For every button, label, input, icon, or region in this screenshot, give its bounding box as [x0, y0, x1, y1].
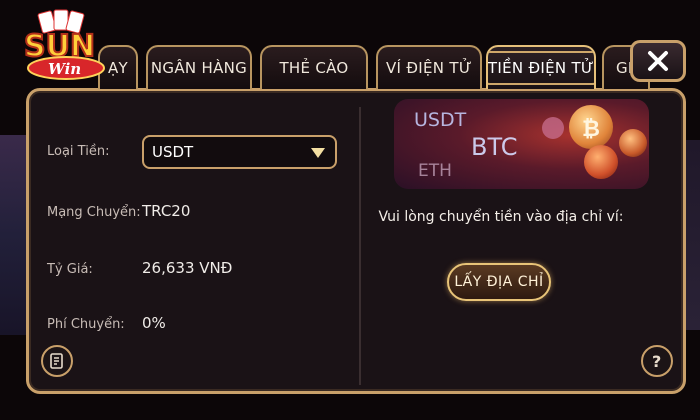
deposit-instruction: Vui lòng chuyển tiền vào địa chỉ ví: [378, 209, 624, 225]
history-button[interactable] [41, 345, 73, 377]
tab-label: VÍ ĐIỆN TỬ [386, 59, 472, 77]
svg-text:Win: Win [48, 60, 81, 78]
get-address-button[interactable]: LẤY ĐỊA CHỈ [447, 263, 551, 301]
tab-crypto[interactable]: TIỀN ĐIỆN TỬ [486, 45, 596, 89]
banner-usdt-text: USDT [414, 109, 467, 131]
svg-text:?: ? [652, 352, 661, 370]
tab-label: TIỀN ĐIỆN TỬ [488, 51, 594, 85]
svg-text:₿: ₿ [582, 117, 600, 142]
bitcoin-icon: ₿ [569, 105, 613, 149]
network-value: TRC20 [142, 202, 191, 220]
currency-select[interactable]: USDT [142, 135, 337, 169]
tab-e-wallet[interactable]: VÍ ĐIỆN TỬ [376, 45, 482, 89]
network-label: Mạng Chuyển: [47, 205, 141, 220]
tab-bank[interactable]: NGÂN HÀNG [146, 45, 252, 89]
tab-label: NGÂN HÀNG [150, 59, 248, 77]
help-icon: ? [652, 352, 661, 370]
tab-card[interactable]: THẺ CÀO [260, 45, 368, 89]
crypto-deposit-panel: Loại Tiền: USDT Mạng Chuyển: TRC20 Tỷ Gi… [26, 88, 686, 394]
crypto-banner: USDT BTC ETH ₿ [394, 99, 649, 189]
sunwin-logo: SUN Win [18, 8, 118, 93]
coin-icon [584, 145, 618, 179]
fee-value: 0% [142, 314, 166, 332]
currency-label: Loại Tiền: [47, 144, 110, 159]
panel-divider [359, 107, 361, 385]
tab-bar: ẠY NGÂN HÀNG THẺ CÀO VÍ ĐIỆN TỬ TIỀN ĐIỆ… [98, 45, 658, 91]
background-left-strip [0, 135, 28, 335]
banner-eth-text: ETH [418, 161, 452, 181]
close-icon [648, 51, 668, 71]
tab-label: THẺ CÀO [279, 59, 349, 77]
dropdown-arrow-icon [311, 148, 325, 158]
currency-select-value: USDT [152, 143, 194, 161]
banner-btc-text: BTC [471, 133, 518, 161]
get-address-label: LẤY ĐỊA CHỈ [454, 274, 544, 290]
coin-icon [619, 129, 647, 157]
history-icon [50, 353, 63, 369]
close-button[interactable] [630, 40, 686, 82]
rate-label: Tỷ Giá: [47, 262, 93, 277]
fee-label: Phí Chuyển: [47, 317, 125, 332]
help-button[interactable]: ? [641, 345, 673, 377]
coin-icon [542, 117, 564, 139]
rate-value: 26,633 VNĐ [142, 259, 233, 277]
